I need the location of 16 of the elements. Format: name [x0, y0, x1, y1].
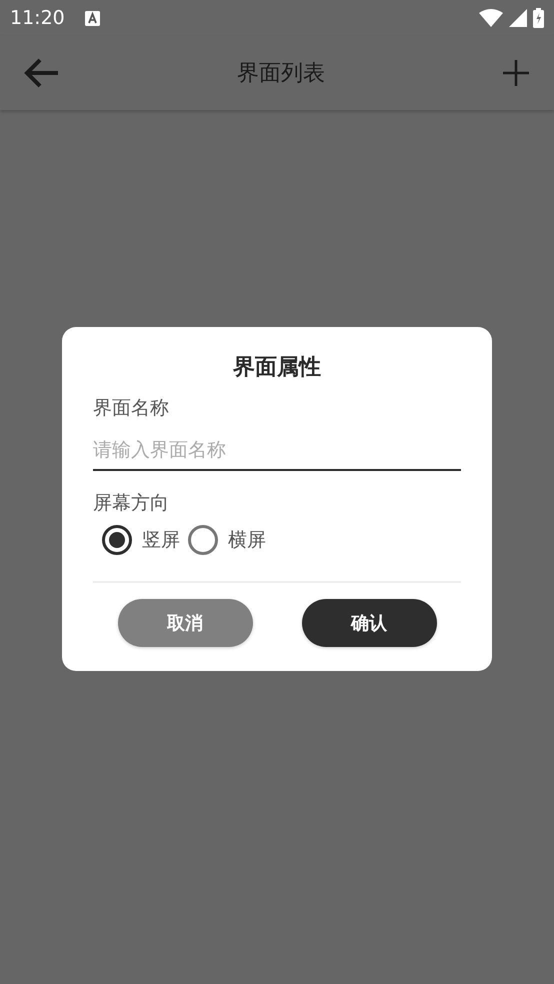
- notification-icon: [84, 10, 100, 26]
- confirm-button[interactable]: 确认: [302, 599, 436, 647]
- page-title: 界面列表: [237, 60, 325, 88]
- battery-icon: [533, 8, 544, 28]
- cancel-button[interactable]: 取消: [118, 599, 252, 647]
- back-arrow-icon[interactable]: [24, 57, 60, 89]
- status-time: 11:20: [10, 6, 65, 31]
- field-label: 界面名称: [93, 396, 170, 421]
- wifi-icon: [479, 9, 503, 27]
- dialog-title: 界面属性: [233, 354, 321, 382]
- orientation-radio[interactable]: 横屏: [188, 525, 266, 555]
- orientation-radio[interactable]: 竖屏: [102, 525, 180, 555]
- add-icon[interactable]: [502, 59, 530, 87]
- name-input-field[interactable]: 请输入界面名称: [93, 430, 461, 470]
- signal-icon: [509, 9, 527, 27]
- orientation-label: 屏幕方向: [93, 490, 170, 516]
